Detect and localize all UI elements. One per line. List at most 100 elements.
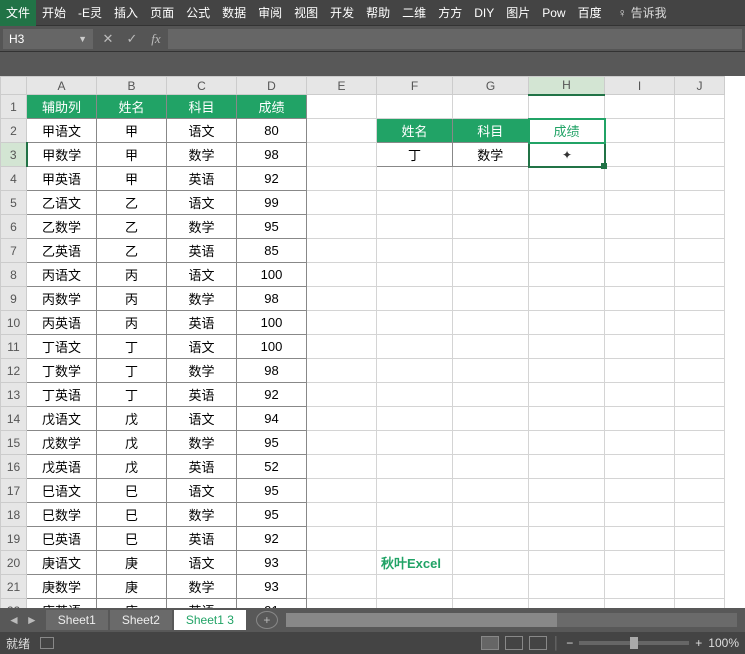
cell[interactable]: 庚	[97, 551, 167, 575]
cell[interactable]: 数学	[167, 503, 237, 527]
sheet-nav-prev-icon[interactable]: ◄	[8, 613, 20, 627]
ribbon-tab[interactable]: Pow	[536, 0, 571, 26]
cell[interactable]	[675, 455, 725, 479]
cell[interactable]: 98	[237, 359, 307, 383]
cell[interactable]: 数学	[167, 575, 237, 599]
cell[interactable]	[307, 359, 377, 383]
cell[interactable]	[605, 143, 675, 167]
row-header[interactable]: 17	[1, 479, 27, 503]
cell[interactable]: 成绩	[529, 119, 605, 143]
cell[interactable]	[377, 431, 453, 455]
cell[interactable]	[377, 287, 453, 311]
cell[interactable]	[307, 431, 377, 455]
column-header[interactable]: J	[675, 77, 725, 95]
cell[interactable]	[307, 143, 377, 167]
row-header[interactable]: 6	[1, 215, 27, 239]
cell[interactable]	[605, 431, 675, 455]
cell[interactable]	[675, 143, 725, 167]
cell[interactable]	[377, 191, 453, 215]
cell[interactable]	[453, 287, 529, 311]
cell[interactable]	[377, 503, 453, 527]
scrollbar-thumb[interactable]	[286, 613, 557, 627]
cell[interactable]: 数学	[167, 431, 237, 455]
cell[interactable]: 100	[237, 263, 307, 287]
cell[interactable]	[675, 311, 725, 335]
cell[interactable]	[307, 575, 377, 599]
cancel-icon[interactable]: ✕	[96, 31, 120, 47]
cell[interactable]	[453, 575, 529, 599]
cell[interactable]	[529, 407, 605, 431]
cell[interactable]: 甲	[97, 167, 167, 191]
cell[interactable]: 语文	[167, 407, 237, 431]
cell[interactable]: 丙	[97, 311, 167, 335]
column-header[interactable]: E	[307, 77, 377, 95]
cell[interactable]	[605, 503, 675, 527]
cell[interactable]	[307, 455, 377, 479]
cell[interactable]: 姓名	[97, 95, 167, 119]
cell[interactable]	[307, 311, 377, 335]
cell[interactable]: 85	[237, 239, 307, 263]
cell[interactable]	[605, 287, 675, 311]
cell[interactable]: 98	[237, 143, 307, 167]
cell[interactable]: 辅助列	[27, 95, 97, 119]
cell[interactable]	[605, 95, 675, 119]
zoom-out-button[interactable]: −	[566, 636, 573, 650]
cell[interactable]: 数学	[167, 359, 237, 383]
cell[interactable]: 巳语文	[27, 479, 97, 503]
cell[interactable]	[377, 527, 453, 551]
cell[interactable]	[529, 479, 605, 503]
name-box[interactable]: H3 ▼	[3, 29, 93, 49]
cell[interactable]	[675, 263, 725, 287]
cell[interactable]: 戊数学	[27, 431, 97, 455]
cell[interactable]	[453, 527, 529, 551]
cell[interactable]: 丁	[377, 143, 453, 167]
cell[interactable]: 语文	[167, 191, 237, 215]
cell[interactable]	[675, 503, 725, 527]
column-header[interactable]: A	[27, 77, 97, 95]
cell[interactable]: 巳数学	[27, 503, 97, 527]
column-header[interactable]: D	[237, 77, 307, 95]
horizontal-scrollbar[interactable]	[286, 613, 737, 627]
cell[interactable]	[675, 167, 725, 191]
cell[interactable]	[605, 263, 675, 287]
cell[interactable]: 乙	[97, 239, 167, 263]
cell[interactable]	[377, 455, 453, 479]
cell[interactable]: 英语	[167, 527, 237, 551]
row-header[interactable]: 11	[1, 335, 27, 359]
cell[interactable]: 成绩	[237, 95, 307, 119]
cell[interactable]: 92	[237, 527, 307, 551]
cell[interactable]: 英语	[167, 167, 237, 191]
cell[interactable]	[453, 311, 529, 335]
cell[interactable]	[605, 311, 675, 335]
ribbon-tab[interactable]: 公式	[180, 0, 216, 26]
cell[interactable]: 丁	[97, 359, 167, 383]
row-header[interactable]: 10	[1, 311, 27, 335]
cell[interactable]: 语文	[167, 119, 237, 143]
cell[interactable]: 科目	[453, 119, 529, 143]
cell[interactable]	[529, 551, 605, 575]
cell[interactable]	[675, 335, 725, 359]
cell[interactable]	[377, 311, 453, 335]
column-header[interactable]: H	[529, 77, 605, 95]
cell[interactable]	[453, 95, 529, 119]
ribbon-tab[interactable]: 视图	[288, 0, 324, 26]
cell[interactable]	[453, 263, 529, 287]
cell[interactable]: 乙	[97, 215, 167, 239]
cell[interactable]	[605, 167, 675, 191]
cell[interactable]: 乙语文	[27, 191, 97, 215]
cell[interactable]: 95	[237, 431, 307, 455]
cell[interactable]: 数学	[167, 143, 237, 167]
sheet-tab[interactable]: Sheet1	[46, 610, 108, 630]
column-header[interactable]: G	[453, 77, 529, 95]
cell[interactable]: 丁英语	[27, 383, 97, 407]
cell[interactable]: 数学	[167, 215, 237, 239]
cell[interactable]	[675, 431, 725, 455]
cell[interactable]: 100	[237, 335, 307, 359]
cell[interactable]: 丁	[97, 383, 167, 407]
cell[interactable]	[377, 167, 453, 191]
select-all-corner[interactable]	[1, 77, 27, 95]
cell[interactable]	[605, 407, 675, 431]
cell[interactable]	[453, 239, 529, 263]
cell[interactable]: 戊	[97, 407, 167, 431]
cell[interactable]	[307, 383, 377, 407]
